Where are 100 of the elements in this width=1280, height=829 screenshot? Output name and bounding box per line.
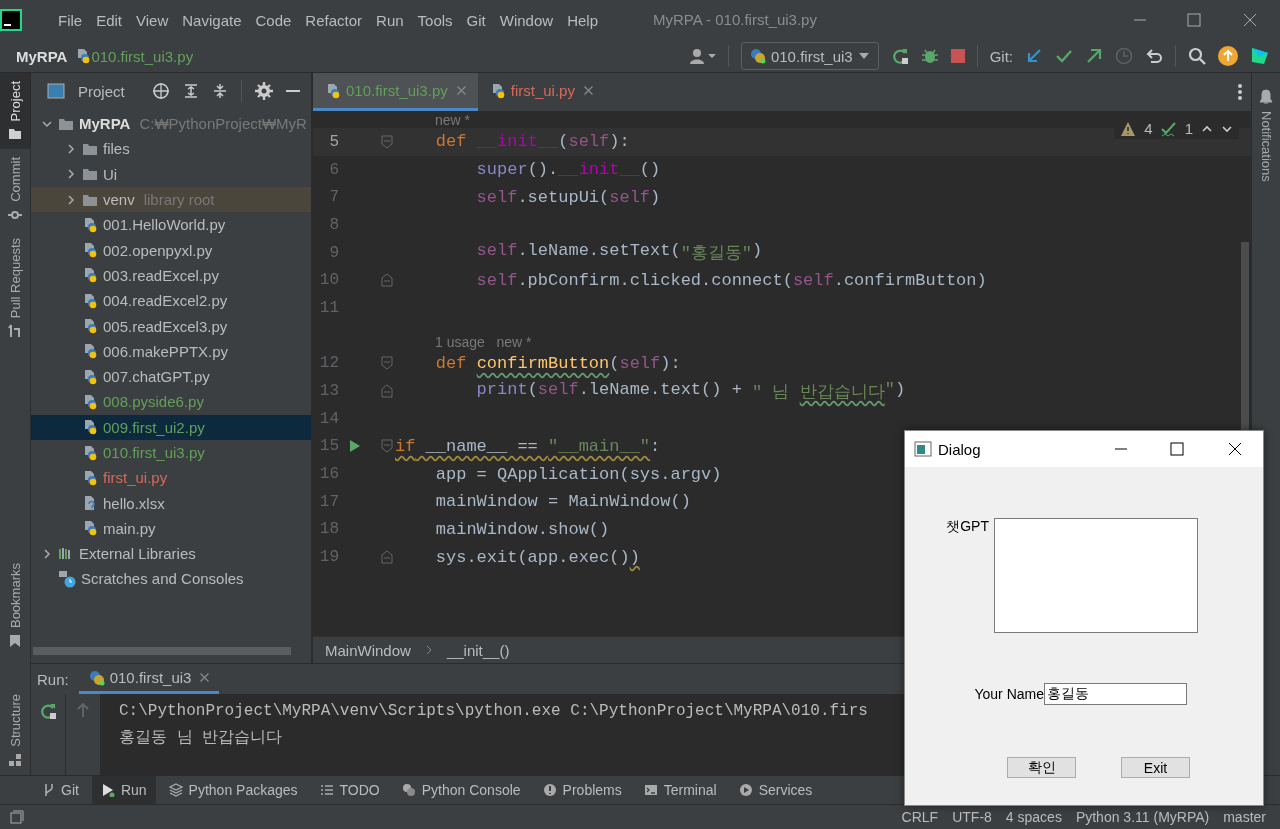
breadcrumb-file[interactable]: 010.first_ui3.py bbox=[91, 47, 194, 65]
dialog-button[interactable]: Exit bbox=[1121, 757, 1190, 778]
warning-count[interactable]: 4 bbox=[1144, 120, 1153, 137]
tool-window-button[interactable]: Python Packages bbox=[159, 776, 307, 804]
tree-item[interactable]: External Libraries bbox=[31, 541, 311, 567]
name-input[interactable]: 홍길동 bbox=[1044, 683, 1187, 705]
tool-window-button[interactable]: Bookmarks bbox=[0, 555, 30, 657]
python-file-icon bbox=[82, 469, 98, 486]
code-line: def __init__(self): bbox=[434, 132, 630, 152]
item-label: External Libraries bbox=[79, 545, 196, 563]
python-icon bbox=[88, 669, 105, 686]
tree-item[interactable]: Scratches and Consoles bbox=[31, 566, 311, 592]
status-item[interactable]: CRLF bbox=[901, 809, 939, 825]
close-icon[interactable] bbox=[456, 86, 466, 95]
status-item[interactable]: UTF-8 bbox=[952, 809, 992, 825]
breadcrumb-item[interactable]: MainWindow bbox=[325, 641, 411, 659]
tree-item[interactable]: hello.xlsx bbox=[31, 490, 311, 516]
fold-icon[interactable] bbox=[381, 550, 393, 565]
tree-item[interactable]: 004.readExcel2.py bbox=[31, 288, 311, 314]
clock-icon bbox=[1115, 47, 1133, 65]
tree-item[interactable]: 003.readExcel.py bbox=[31, 262, 311, 289]
code-line: self.pbConfirm.clicked.connect(self.confirmButton) bbox=[475, 270, 987, 290]
tool-window-button[interactable]: Services bbox=[729, 776, 822, 804]
tool-window-button[interactable]: TODO bbox=[310, 776, 389, 804]
code-line: sys.exit(app.exec()) bbox=[434, 547, 640, 567]
tree-item[interactable]: main.py bbox=[31, 515, 311, 542]
editor-tab[interactable]: first_ui.py bbox=[477, 73, 605, 111]
upgrade-icon bbox=[1218, 46, 1238, 66]
tool-window-button[interactable]: Python Console bbox=[392, 776, 530, 804]
text-area[interactable] bbox=[994, 518, 1198, 633]
tool-window-button[interactable]: Pull Requests bbox=[0, 230, 30, 347]
tree-item[interactable]: 008.pyside6.py bbox=[31, 389, 311, 415]
tree-item[interactable]: files bbox=[31, 136, 311, 162]
menu-item[interactable]: Git bbox=[466, 11, 486, 29]
minimize-icon bbox=[1115, 448, 1127, 450]
update-arrow-icon bbox=[1025, 47, 1043, 65]
run-config-dropdown[interactable]: 010.first_ui3 bbox=[740, 42, 879, 70]
scrollbar[interactable] bbox=[33, 647, 291, 655]
tree-item[interactable]: venv library root bbox=[31, 186, 311, 213]
unknown-file-icon bbox=[82, 495, 98, 512]
window-icon bbox=[914, 441, 932, 457]
folder-icon bbox=[82, 166, 98, 183]
tree-item[interactable]: 005.readExcel3.py bbox=[31, 313, 311, 339]
python-file-icon bbox=[82, 520, 98, 537]
status-item[interactable]: master bbox=[1223, 809, 1266, 825]
tool-window-button[interactable]: Project bbox=[0, 73, 30, 150]
close-icon[interactable] bbox=[583, 86, 593, 95]
dialog-button[interactable]: 확인 bbox=[1007, 757, 1076, 778]
tool-window-button[interactable]: Run bbox=[91, 776, 156, 804]
run-icon[interactable] bbox=[349, 439, 361, 454]
fold-icon[interactable] bbox=[381, 134, 393, 149]
item-label: Ui bbox=[103, 165, 118, 183]
fold-icon[interactable] bbox=[381, 384, 393, 399]
breadcrumb-item[interactable]: __init__() bbox=[446, 641, 510, 659]
python-file-icon bbox=[82, 318, 98, 334]
tool-window-button[interactable]: Structure bbox=[0, 686, 30, 775]
fold-icon[interactable] bbox=[381, 273, 393, 288]
tree-item[interactable]: 002.openpyxl.py bbox=[31, 237, 311, 263]
tool-window-button[interactable]: Problems bbox=[533, 776, 631, 804]
path-hint: C:₩PythonProject₩MyR bbox=[139, 115, 307, 133]
tool-window-button[interactable]: Git bbox=[34, 776, 88, 804]
tree-item[interactable]: 001.HelloWorld.py bbox=[31, 212, 311, 238]
tree-item[interactable]: 006.makePPTX.py bbox=[31, 338, 311, 364]
fold-icon[interactable] bbox=[381, 439, 393, 454]
tree-item[interactable]: MyRPA C:₩PythonProject₩MyR bbox=[31, 111, 311, 137]
python-console-icon bbox=[401, 783, 416, 797]
tree-item[interactable]: Ui bbox=[31, 161, 311, 187]
status-item[interactable]: 4 spaces bbox=[1005, 809, 1062, 825]
menu-item[interactable]: Navigate bbox=[182, 11, 242, 29]
menu-item[interactable]: View bbox=[136, 11, 169, 29]
tree-item[interactable]: 009.first_ui2.py bbox=[31, 414, 311, 440]
menu-item[interactable]: File bbox=[58, 11, 83, 29]
status-item[interactable]: Python 3.11 (MyRPA) bbox=[1075, 809, 1210, 825]
typo-check-icon bbox=[1160, 120, 1177, 137]
breadcrumb-project[interactable]: MyRPA bbox=[16, 47, 68, 65]
tree-item[interactable]: first_ui.py bbox=[31, 465, 311, 491]
menu-item[interactable]: Refactor bbox=[305, 11, 363, 29]
panel-title[interactable]: Project bbox=[78, 82, 125, 100]
tree-item[interactable]: 007.chatGPT.py bbox=[31, 363, 311, 390]
menu-item[interactable]: Run bbox=[376, 11, 404, 29]
menu-item[interactable]: Tools bbox=[417, 11, 453, 29]
line-number: 14 bbox=[318, 409, 339, 428]
tree-item[interactable]: 010.first_ui3.py bbox=[31, 439, 311, 466]
line-number: 12 bbox=[318, 354, 339, 373]
field-label: Your Name bbox=[973, 686, 1044, 702]
menu-item[interactable]: Code bbox=[255, 11, 292, 29]
warning-circle-icon bbox=[542, 783, 557, 797]
menu-item[interactable]: Edit bbox=[96, 11, 123, 29]
menu-item[interactable]: Help bbox=[567, 11, 598, 29]
close-icon[interactable] bbox=[200, 673, 210, 682]
notifications-tab[interactable]: Notifications bbox=[1258, 111, 1274, 182]
settings-icon bbox=[254, 82, 273, 100]
typo-count[interactable]: 1 bbox=[1184, 120, 1193, 137]
minimize-panel-icon bbox=[285, 90, 300, 92]
menu-item[interactable]: Window bbox=[499, 11, 554, 29]
tool-window-button[interactable]: Commit bbox=[0, 149, 30, 231]
item-label: 003.readExcel.py bbox=[103, 266, 219, 284]
tool-window-button[interactable]: Terminal bbox=[634, 776, 726, 804]
minimize-icon bbox=[1134, 19, 1146, 21]
fold-icon[interactable] bbox=[381, 356, 393, 371]
